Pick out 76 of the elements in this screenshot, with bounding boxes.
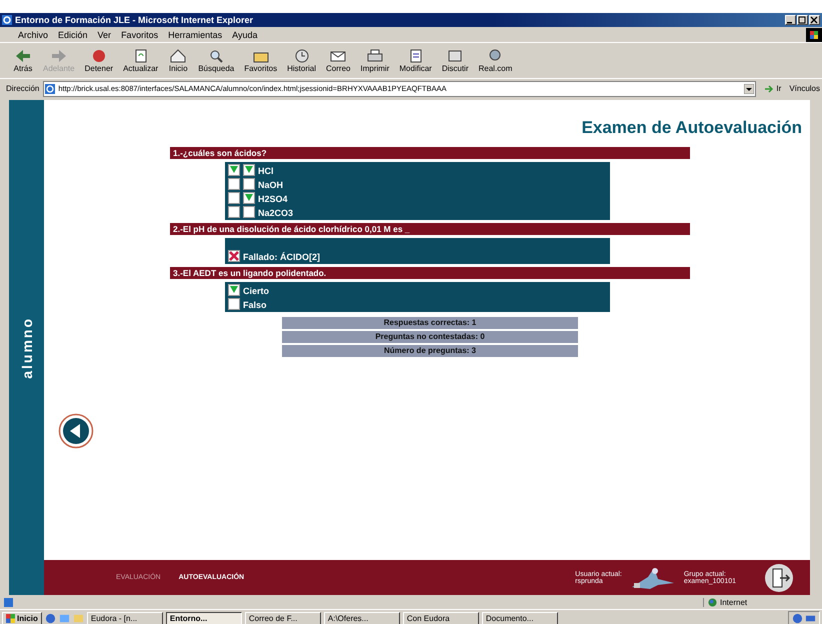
address-label: Dirección bbox=[6, 84, 40, 93]
option-label: HCl bbox=[258, 166, 274, 176]
windows-logo-icon bbox=[6, 614, 15, 623]
checkbox[interactable] bbox=[243, 164, 255, 176]
toolbar-button[interactable]: Modificar bbox=[396, 48, 435, 73]
maximize-button[interactable] bbox=[797, 15, 808, 25]
window-title: Entorno de Formación JLE - Microsoft Internet Explorer bbox=[15, 15, 254, 25]
toolbar-button[interactable]: Actualizar bbox=[120, 48, 162, 73]
taskbar-button[interactable]: Entorno... bbox=[166, 612, 242, 624]
page-icon bbox=[45, 84, 56, 94]
option-label: H2SO4 bbox=[258, 194, 288, 204]
toolbar-button[interactable]: Historial bbox=[284, 48, 320, 73]
toolbar-button[interactable]: Inicio bbox=[165, 48, 192, 73]
menu-item[interactable]: Ver bbox=[98, 30, 112, 40]
checkbox[interactable] bbox=[228, 298, 240, 310]
checkbox[interactable] bbox=[228, 164, 240, 176]
dropdown-arrow-icon[interactable] bbox=[744, 84, 754, 94]
arrow-right-icon bbox=[764, 84, 774, 94]
checkbox[interactable] bbox=[243, 178, 255, 190]
taskbar-button[interactable]: Correo de F... bbox=[244, 612, 321, 624]
browser-icon bbox=[2, 15, 12, 25]
links-label[interactable]: Vínculos bbox=[789, 84, 820, 93]
option-label: Falso bbox=[243, 300, 267, 310]
question-text: 3.-El AEDT es un ligando polidentado. bbox=[170, 267, 690, 279]
tray-icon bbox=[805, 613, 816, 624]
menu-item[interactable]: Edición bbox=[58, 30, 88, 40]
menu-item[interactable]: Herramientas bbox=[168, 30, 222, 40]
quick-launch-icon[interactable] bbox=[44, 613, 56, 624]
taskbar-button[interactable]: Documento... bbox=[482, 612, 558, 624]
taskbar-button[interactable]: Eudora - [n... bbox=[86, 612, 163, 624]
toolbar-button[interactable]: Atrás bbox=[10, 48, 36, 73]
home-icon bbox=[168, 48, 188, 64]
taskbar-button[interactable]: A:\Oferes... bbox=[324, 612, 400, 624]
checkbox[interactable] bbox=[228, 192, 240, 204]
summary-row: Número de preguntas: 3 bbox=[282, 345, 578, 357]
toolbar-button[interactable]: Real.com bbox=[476, 48, 516, 73]
back-button[interactable] bbox=[58, 413, 94, 449]
page-icon bbox=[4, 598, 13, 606]
zone-label: Internet bbox=[720, 598, 748, 606]
sidebar-label: alumno bbox=[18, 316, 34, 378]
maximize-icon bbox=[798, 16, 806, 24]
question-text: 2.-El pH de una disolución de ácido clorhídrico 0,01 M es _ bbox=[170, 223, 690, 235]
toolbar-button[interactable]: Imprimir bbox=[357, 48, 392, 73]
printer-icon bbox=[364, 48, 385, 64]
option-label: Cierto bbox=[243, 286, 270, 296]
tray-icon bbox=[792, 613, 803, 624]
checkbox[interactable] bbox=[228, 284, 240, 296]
menu-item[interactable]: Archivo bbox=[18, 30, 48, 40]
option-label: Na2CO3 bbox=[258, 208, 294, 218]
exit-button[interactable] bbox=[764, 562, 794, 592]
taskbar-button[interactable]: Con Eudora bbox=[402, 612, 479, 624]
checkbox[interactable] bbox=[228, 206, 240, 218]
close-icon bbox=[810, 16, 818, 24]
minimize-button[interactable] bbox=[785, 15, 796, 25]
checkbox[interactable] bbox=[243, 206, 255, 218]
summary-row: Preguntas no contestadas: 0 bbox=[282, 331, 578, 343]
go-button[interactable]: Ir bbox=[760, 84, 786, 94]
close-button[interactable] bbox=[809, 15, 820, 25]
toolbar-button[interactable]: Favoritos bbox=[241, 48, 280, 73]
result-text: Fallado: ÁCIDO[2] bbox=[243, 252, 320, 262]
menu-item[interactable]: Ayuda bbox=[232, 30, 258, 40]
checkbox[interactable] bbox=[228, 178, 240, 190]
toolbar-button[interactable]: Correo bbox=[323, 48, 354, 73]
question-text: 1.-¿cuáles son ácidos? bbox=[170, 147, 690, 159]
exit-door-icon bbox=[764, 562, 794, 592]
windows-logo-icon bbox=[806, 28, 822, 42]
toolbar-button[interactable]: Discutir bbox=[438, 48, 472, 73]
start-button[interactable]: Inicio bbox=[2, 612, 42, 624]
page-heading: Examen de Autoevaluación bbox=[580, 118, 802, 138]
menu-item[interactable]: Favoritos bbox=[121, 30, 158, 40]
option-label: NaOH bbox=[258, 180, 284, 190]
toolbar-button[interactable]: Detener bbox=[82, 48, 116, 73]
quick-launch-icon[interactable] bbox=[58, 613, 70, 624]
checkbox[interactable] bbox=[243, 192, 255, 204]
toolbar-button[interactable]: Búsqueda bbox=[195, 48, 238, 73]
summary-row: Respuestas correctas: 1 bbox=[282, 317, 578, 329]
